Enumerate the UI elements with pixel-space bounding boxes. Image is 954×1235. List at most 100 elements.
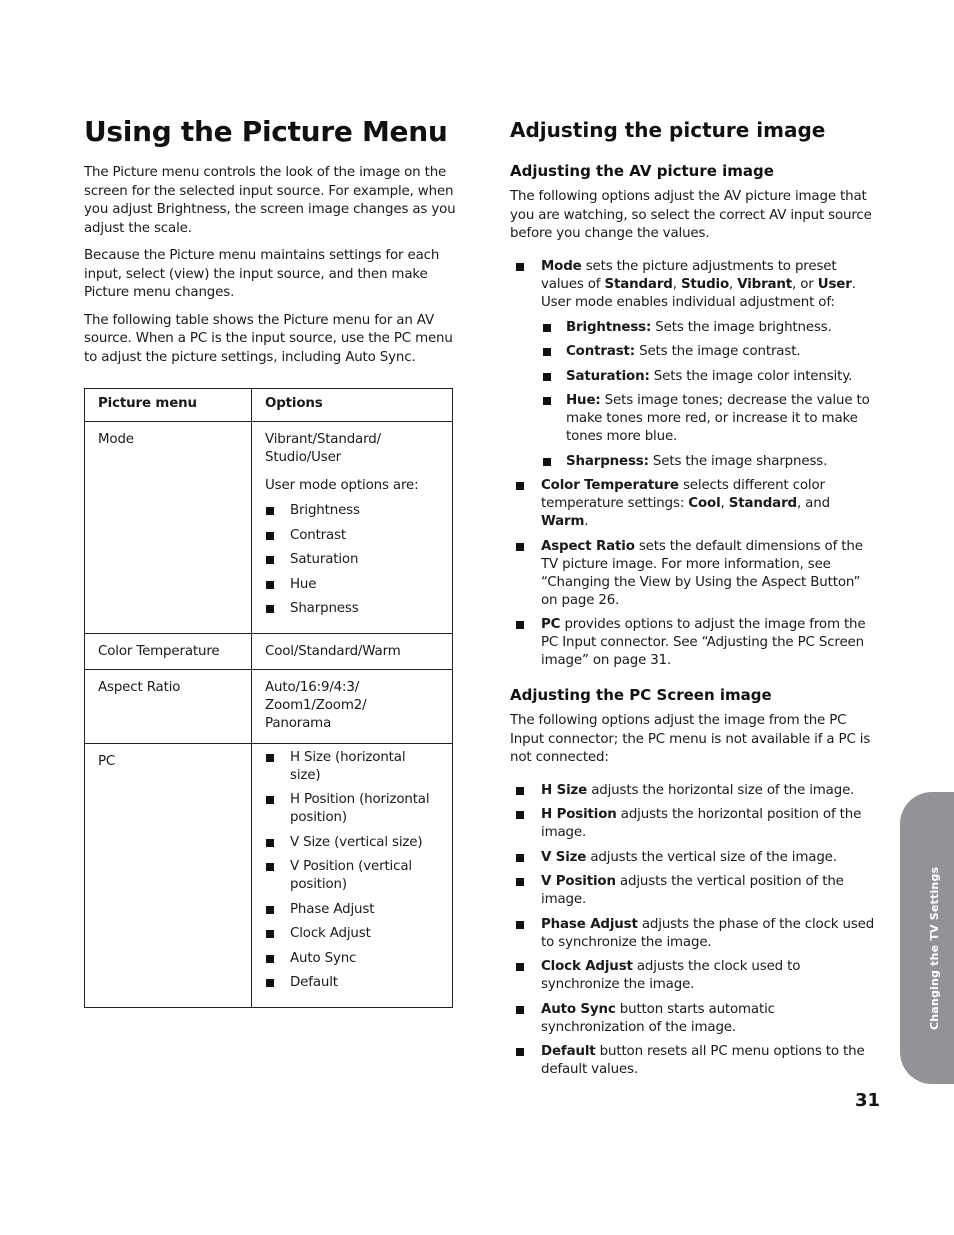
bullet-square-icon (516, 1048, 524, 1056)
text: , (672, 276, 681, 292)
bullet-square-icon (266, 838, 274, 847)
list-item: Sharpness (265, 600, 440, 618)
bullet-square-icon (266, 753, 274, 762)
list-item: Clock Adjust adjusts the clock used to s… (510, 958, 880, 994)
table-row: Aspect Ratio Auto/16:9/4:3/ Zoom1/Zoom2/… (84, 668, 453, 744)
bullet-square-icon (516, 920, 524, 929)
list-item: Default (265, 974, 440, 992)
term: Studio (680, 276, 729, 292)
list-item: V Position adjusts the vertical position… (510, 873, 880, 909)
page-title: Using the Picture Menu (84, 115, 448, 148)
list-item-label: Default (290, 975, 338, 990)
pc-options-list: H Size (horizontal size) H Position (hor… (265, 749, 440, 993)
term: User (817, 276, 852, 292)
term: Cool (688, 496, 721, 511)
av-options-list: Mode sets the picture adjustments to pre… (510, 258, 880, 671)
list-item-label: Auto Sync (290, 950, 357, 966)
description: provides options to adjust the image fro… (541, 617, 866, 668)
options-cell: Auto/16:9/4:3/ Zoom1/Zoom2/ Panorama (251, 668, 453, 744)
options-text: Auto/16:9/4:3/ Zoom1/Zoom2/ Panorama (265, 679, 367, 731)
section-title: Adjusting the picture image (510, 118, 826, 142)
term: V Position (541, 874, 616, 889)
bullet-square-icon (266, 954, 274, 963)
term: Vibrant (737, 276, 793, 292)
term: Standard (728, 496, 797, 511)
bullet-square-icon (516, 853, 524, 862)
pc-screen-options-list: H Size adjusts the horizontal size of th… (510, 782, 880, 1080)
page-number: 31 (854, 1090, 880, 1111)
menu-cell: Mode (84, 421, 252, 634)
term: Mode (541, 258, 582, 274)
list-item: Saturation (265, 551, 440, 569)
av-intro-paragraph: The following options adjust the AV pict… (510, 189, 872, 241)
term: Standard (604, 276, 673, 292)
list-item: Default button resets all PC menu option… (510, 1043, 880, 1079)
bullet-square-icon (516, 811, 524, 819)
term: H Position (541, 807, 617, 822)
menu-cell: PC (84, 742, 252, 1008)
text: . (584, 514, 589, 529)
options-cell: Cool/Standard/Warm (251, 632, 453, 670)
description: Sets image tones; decrease the value to … (566, 393, 870, 444)
bullet-square-icon (543, 457, 551, 466)
bullet-square-icon (266, 930, 274, 938)
term: Brightness: (566, 319, 652, 335)
description: Sets the image brightness. (651, 319, 832, 335)
bullet-square-icon (516, 542, 524, 551)
options-text: Vibrant/Standard/ Studio/User (265, 432, 381, 465)
list-item: V Size (vertical size) (265, 834, 440, 852)
list-item: V Size adjusts the vertical size of the … (510, 849, 880, 867)
list-item: V Position (vertical position) (265, 858, 440, 894)
menu-cell: Color Temperature (84, 632, 252, 670)
list-item: Contrast: Sets the image contrast. (541, 343, 880, 361)
table-row: PC H Size (horizontal size) H Position (… (84, 742, 453, 1008)
term: Contrast: (566, 344, 635, 359)
list-item: Contrast (265, 527, 440, 545)
list-item: Phase Adjust adjusts the phase of the cl… (510, 916, 880, 952)
term: PC (541, 617, 561, 632)
term: Color Temperature (541, 478, 679, 493)
user-mode-options-list: Brightness Contrast Saturation Hue Sharp… (265, 502, 440, 618)
list-item-pc: PC provides options to adjust the image … (510, 616, 880, 670)
menu-cell: Aspect Ratio (84, 668, 252, 744)
bullet-square-icon (266, 796, 274, 804)
list-item-label: V Size (vertical size) (290, 834, 423, 850)
user-mode-sublist: Brightness: Sets the image brightness. C… (541, 319, 880, 471)
bullet-square-icon (543, 348, 551, 356)
bullet-square-icon (266, 556, 274, 564)
options-note: User mode options are: (265, 478, 419, 493)
list-item: Clock Adjust (265, 925, 440, 943)
column-header-options: Options (251, 388, 453, 422)
term: V Size (541, 849, 587, 865)
list-item-label: Brightness (290, 503, 360, 518)
options-cell: H Size (horizontal size) H Position (hor… (251, 742, 453, 1008)
list-item-label: H Size (horizontal size) (290, 749, 406, 783)
term: Auto Sync (541, 1001, 616, 1017)
description: Sets the image contrast. (634, 344, 801, 359)
list-item-label: H Position (horizontal position) (290, 792, 430, 825)
list-item-mode: Mode sets the picture adjustments to pre… (510, 258, 880, 471)
term: Saturation: (566, 368, 650, 384)
text: , (729, 276, 738, 292)
settings-paragraph: Because the Picture menu maintains setti… (84, 248, 440, 300)
bullet-square-icon (266, 905, 274, 914)
text: , or (792, 276, 818, 292)
list-item-label: Saturation (290, 552, 359, 567)
bullet-square-icon (266, 531, 274, 540)
list-item-label: Hue (290, 576, 317, 592)
chapter-side-tab (900, 792, 954, 1084)
list-item: Sharpness: Sets the image sharpness. (541, 453, 880, 471)
list-item: H Position (horizontal position) (265, 791, 440, 827)
bullet-square-icon (516, 262, 524, 271)
list-item: Auto Sync button starts automatic synchr… (510, 1001, 880, 1037)
list-item: Brightness (265, 502, 440, 520)
text: , (720, 496, 729, 511)
text: , and (796, 496, 830, 511)
bullet-square-icon (266, 979, 274, 987)
list-item: H Size adjusts the horizontal size of th… (510, 782, 880, 800)
term: Clock Adjust (541, 959, 633, 974)
list-item-label: Clock Adjust (290, 926, 371, 941)
term: Hue: (566, 393, 601, 408)
term: Warm (541, 514, 585, 529)
bullet-square-icon (516, 878, 524, 886)
